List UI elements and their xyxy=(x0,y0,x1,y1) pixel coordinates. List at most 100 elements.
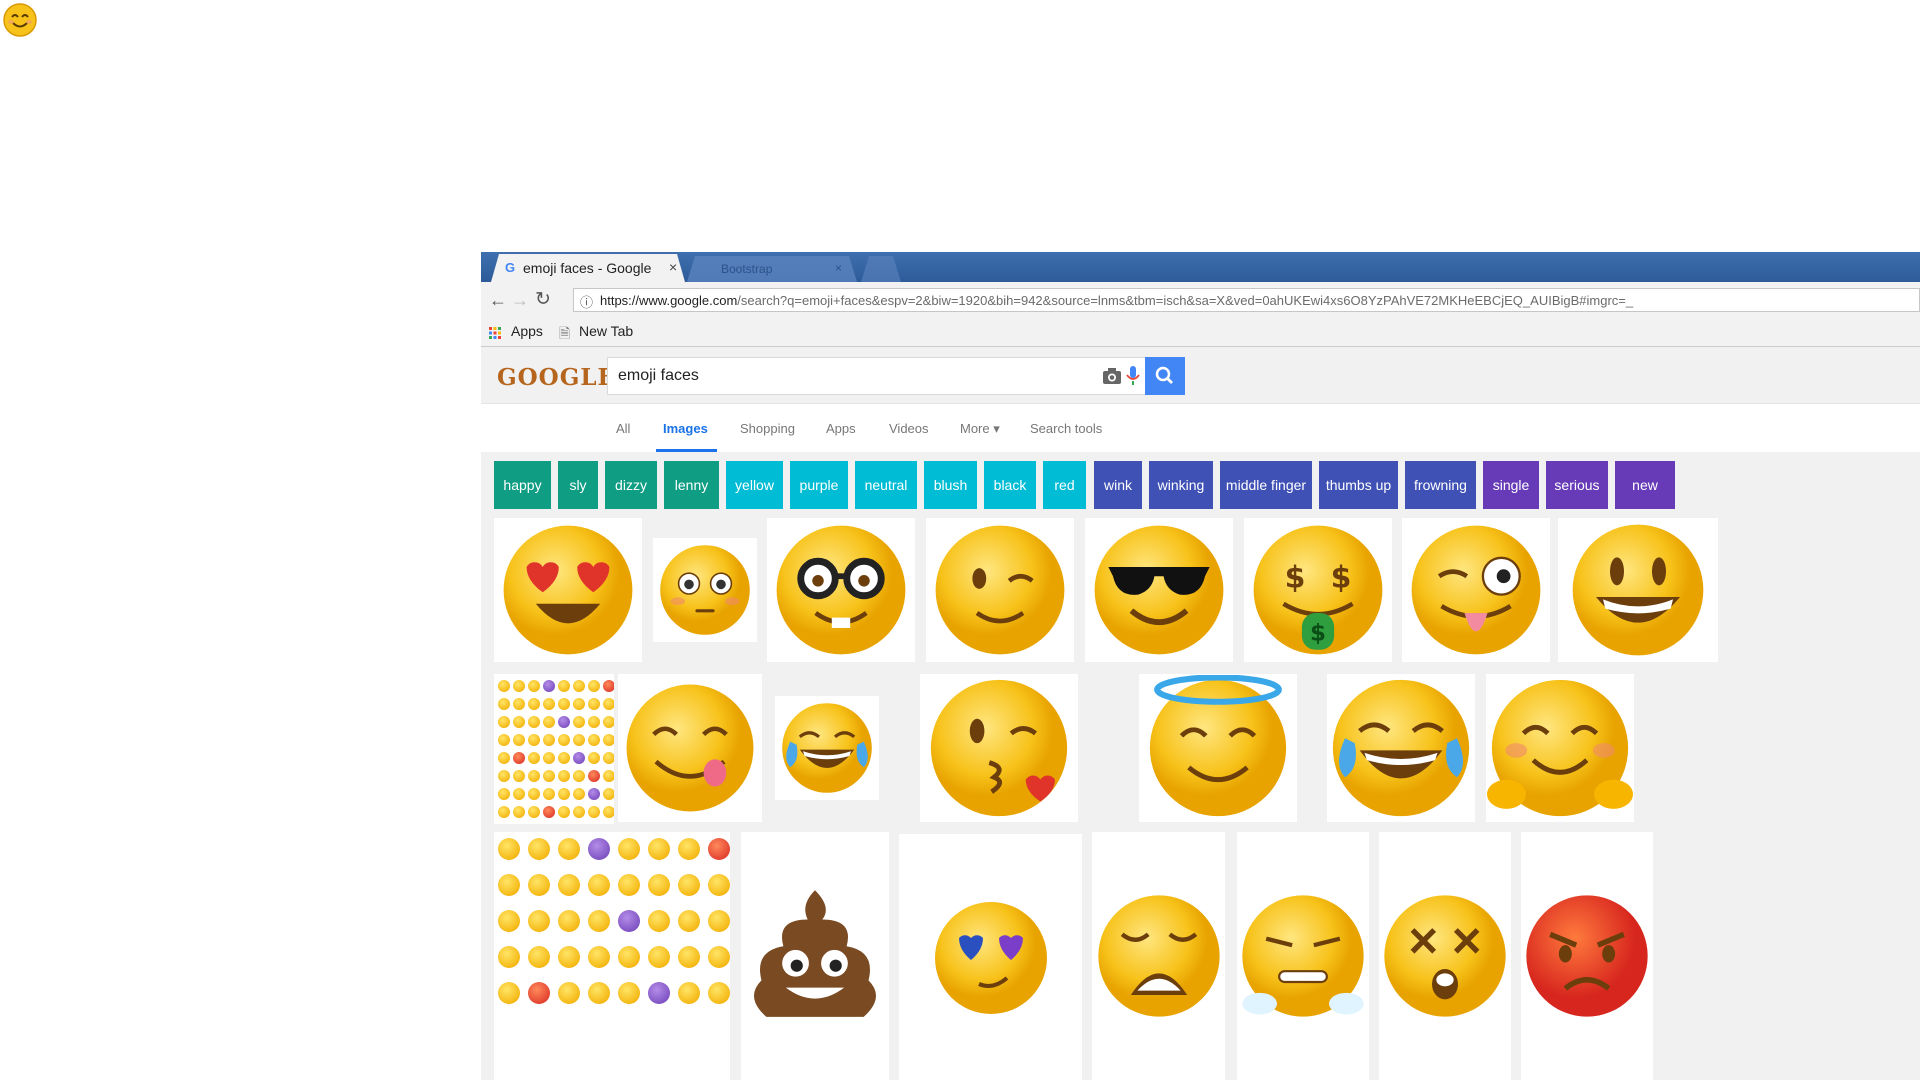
grid-emoji-icon xyxy=(528,910,550,932)
chip-yellow[interactable]: yellow xyxy=(726,461,783,509)
flushed-emoji-result[interactable] xyxy=(653,538,757,642)
tab-images[interactable]: Images xyxy=(663,421,708,436)
grid-emoji-icon xyxy=(528,770,540,782)
wink-emoji-result[interactable] xyxy=(926,518,1074,662)
nerd-emoji-result[interactable] xyxy=(767,518,915,662)
grid-emoji-icon xyxy=(513,806,525,818)
chip-wink[interactable]: wink xyxy=(1094,461,1142,509)
grid-emoji-icon xyxy=(558,874,580,896)
tab-bootstrap[interactable]: Bootstrap × xyxy=(687,256,857,282)
angry-emoji-result[interactable] xyxy=(1521,832,1653,1080)
grid-emoji-icon xyxy=(498,910,520,932)
bookmarks-bar: Apps 🗎 New Tab xyxy=(481,318,1920,347)
chip-winking[interactable]: winking xyxy=(1149,461,1213,509)
search-input[interactable]: emoji faces xyxy=(607,357,1147,395)
grid-emoji-icon xyxy=(528,806,540,818)
tab-more[interactable]: More ▾ xyxy=(960,421,1000,437)
halo-emoji-result[interactable] xyxy=(1139,674,1297,822)
forward-arrow-icon[interactable]: → xyxy=(511,290,529,311)
search-button[interactable] xyxy=(1145,357,1185,395)
triumph-emoji-result[interactable] xyxy=(1237,832,1369,1080)
tab-all[interactable]: All xyxy=(616,421,630,436)
browser-toolbar: ← → ↻ ⓘ https://www.google.com/search?q=… xyxy=(481,282,1920,318)
grid-emoji-icon xyxy=(618,910,640,932)
chip-black[interactable]: black xyxy=(984,461,1036,509)
poop-emoji-result[interactable] xyxy=(741,832,889,1080)
crazy-face-emoji-result[interactable] xyxy=(1402,518,1550,662)
tab-emoji-faces[interactable]: G emoji faces - Google × xyxy=(491,254,685,282)
close-tab-icon[interactable]: × xyxy=(669,259,677,275)
chip-dizzy[interactable]: dizzy xyxy=(605,461,657,509)
bookmark-apps[interactable]: Apps xyxy=(511,323,543,339)
grid-emoji-icon xyxy=(558,734,570,746)
grid-emoji-icon xyxy=(528,752,540,764)
heart-eyes-emoji-result[interactable] xyxy=(494,518,642,662)
kissing-heart-emoji-result[interactable] xyxy=(920,674,1078,822)
info-icon[interactable]: ⓘ xyxy=(580,292,593,311)
grid-emoji-icon xyxy=(513,770,525,782)
grid-emoji-icon xyxy=(618,946,640,968)
emoji-grid-sheet-result[interactable] xyxy=(494,674,614,824)
sunglasses-emoji-result[interactable] xyxy=(1085,518,1233,662)
tears-of-joy-large-emoji-result[interactable] xyxy=(1327,674,1475,822)
chip-frowning[interactable]: frowning xyxy=(1405,461,1476,509)
yum-emoji-result[interactable] xyxy=(618,674,762,822)
weary-emoji-result[interactable] xyxy=(1092,832,1225,1080)
microphone-icon[interactable] xyxy=(1126,366,1140,386)
tab-small[interactable] xyxy=(861,256,901,282)
grid-emoji-icon xyxy=(558,752,570,764)
hugging-emoji-icon xyxy=(1487,679,1633,817)
grid-emoji-icon xyxy=(708,946,730,968)
grid-emoji-icon xyxy=(678,838,700,860)
search-query: emoji faces xyxy=(618,367,699,384)
dizzy-face-emoji-result[interactable] xyxy=(1379,832,1511,1080)
grid-emoji-icon xyxy=(498,752,510,764)
svg-text:$: $ xyxy=(1331,561,1352,596)
grid-emoji-icon xyxy=(648,946,670,968)
chip-purple[interactable]: purple xyxy=(790,461,848,509)
chip-thumbs-up[interactable]: thumbs up xyxy=(1319,461,1398,509)
chip-middle-finger[interactable]: middle finger xyxy=(1220,461,1312,509)
chip-serious[interactable]: serious xyxy=(1546,461,1608,509)
chip-happy[interactable]: happy xyxy=(494,461,551,509)
grid-emoji-icon xyxy=(588,874,610,896)
reload-icon[interactable]: ↻ xyxy=(535,288,551,311)
grid-emoji-icon xyxy=(528,874,550,896)
tab-apps[interactable]: Apps xyxy=(826,421,856,436)
emoji-grid-sheet-2-result[interactable] xyxy=(494,832,730,1080)
grid-emoji-icon xyxy=(498,982,520,1004)
grid-emoji-icon xyxy=(498,874,520,896)
grid-emoji-icon xyxy=(648,838,670,860)
grinning-emoji-result[interactable] xyxy=(1558,518,1718,662)
grid-emoji-icon xyxy=(528,838,550,860)
tab-search-tools[interactable]: Search tools xyxy=(1030,421,1102,436)
hugging-emoji-result[interactable] xyxy=(1486,674,1634,822)
grid-emoji-icon xyxy=(588,716,600,728)
chip-sly[interactable]: sly xyxy=(558,461,598,509)
chip-lenny[interactable]: lenny xyxy=(664,461,719,509)
grid-emoji-icon xyxy=(573,716,585,728)
tears-of-joy-emoji-icon xyxy=(782,703,872,793)
chip-new[interactable]: new xyxy=(1615,461,1675,509)
google-logo[interactable]: GOOGLE xyxy=(497,364,616,391)
tears-of-joy-emoji-result[interactable] xyxy=(775,696,879,800)
bookmark-new-tab[interactable]: New Tab xyxy=(579,323,633,339)
tab-videos[interactable]: Videos xyxy=(889,421,929,436)
close-tab-icon[interactable]: × xyxy=(835,261,842,275)
grid-emoji-icon xyxy=(603,698,614,710)
apps-grid-icon xyxy=(489,326,501,339)
chip-blush[interactable]: blush xyxy=(924,461,977,509)
galaxy-eyes-emoji-result[interactable] xyxy=(899,834,1082,1080)
grid-emoji-icon xyxy=(588,806,600,818)
address-bar[interactable]: ⓘ https://www.google.com/search?q=emoji+… xyxy=(573,288,1920,312)
grid-emoji-icon xyxy=(708,874,730,896)
back-arrow-icon[interactable]: ← xyxy=(489,290,507,311)
grid-emoji-icon xyxy=(603,752,614,764)
chip-single[interactable]: single xyxy=(1483,461,1539,509)
money-mouth-emoji-result[interactable]: $ $ $ xyxy=(1244,518,1392,662)
grid-emoji-icon xyxy=(498,698,510,710)
tab-shopping[interactable]: Shopping xyxy=(740,421,795,436)
chip-neutral[interactable]: neutral xyxy=(855,461,917,509)
camera-icon[interactable] xyxy=(1102,367,1122,385)
chip-red[interactable]: red xyxy=(1043,461,1086,509)
